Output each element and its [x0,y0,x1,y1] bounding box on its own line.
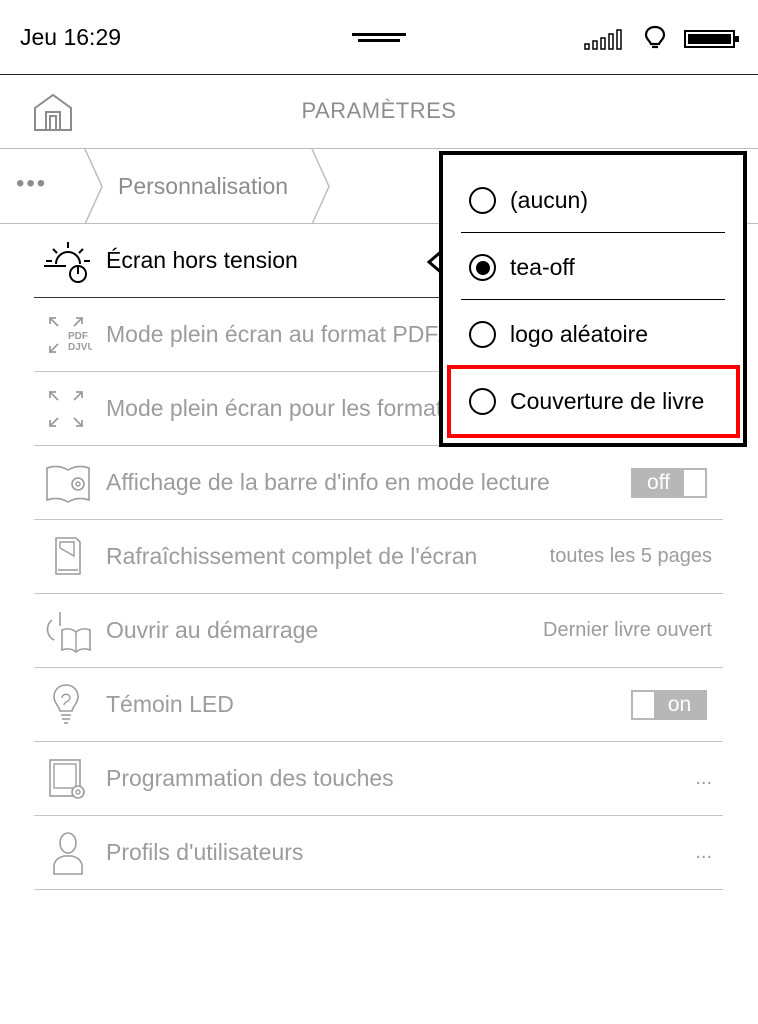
radio-button[interactable] [469,321,496,348]
setting-row-barre-info[interactable]: Affichage de la barre d'info en mode lec… [34,446,723,520]
power-book-icon [46,612,91,654]
radio-dot [475,260,490,275]
setting-label: Ouvrir au démarrage [106,617,319,643]
svg-text:PDF: PDF [68,331,88,342]
setting-row-ouvrir-demarrage[interactable]: Ouvrir au démarrage Dernier livre ouvert [34,594,723,668]
setting-label: Affichage de la barre d'info en mode lec… [106,469,550,495]
user-profile-icon [53,832,83,875]
toggle-state: off [633,470,684,496]
option-tea-off[interactable]: tea-off [461,234,725,300]
led-toggle[interactable]: on [631,690,707,720]
setting-value: Dernier livre ouvert [543,619,712,641]
setting-row-temoin-led[interactable]: Témoin LED on [34,668,723,742]
fullscreen-pdf-djvu-icon: PDF DJVU [49,317,92,353]
led-bulb-icon [53,684,79,724]
setting-label: Écran hors tension [106,247,298,273]
setting-label: Profils d'utilisateurs [106,839,304,865]
breadcrumb-current[interactable]: Personnalisation [118,173,288,200]
option-aucun[interactable]: (aucun) [461,167,725,233]
setting-value: ... [695,767,712,789]
status-bar: Jeu 16:29 [0,0,758,75]
option-label: tea-off [510,254,575,280]
page-refresh-icon [55,537,81,575]
keys-gear-icon [49,759,85,799]
book-gear-icon [46,465,90,503]
option-label: (aucun) [510,187,588,213]
radio-button[interactable] [469,187,496,214]
setting-value: toutes les 5 pages [549,545,712,567]
drag-handle-icon[interactable] [352,31,406,43]
lightbulb-icon [644,25,666,49]
breadcrumb-separator [311,149,330,224]
setting-label: Mode plein écran pour les formats [106,395,454,421]
option-logo-aleatoire[interactable]: logo aléatoire [461,301,725,367]
signal-bars-icon [584,29,622,50]
sun-power-icon [44,242,90,283]
breadcrumb-more-button[interactable]: ••• [16,170,62,200]
highlight-box [447,365,740,438]
option-label: logo aléatoire [510,321,649,347]
radio-button-selected[interactable] [469,254,496,281]
setting-row-rafraichissement[interactable]: Rafraîchissement complet de l'écran tout… [34,520,723,594]
toggle-state: on [654,692,705,718]
battery-full-icon [684,30,739,48]
info-bar-toggle[interactable]: off [631,468,707,498]
page-title: PARAMÈTRES [301,98,457,123]
setting-row-profils[interactable]: Profils d'utilisateurs ... [34,816,723,890]
setting-label: Témoin LED [106,691,234,717]
setting-label: Rafraîchissement complet de l'écran [106,543,478,569]
svg-text:DJVU: DJVU [68,342,92,353]
breadcrumb-separator [84,149,103,224]
setting-row-programmation-touches[interactable]: Programmation des touches ... [34,742,723,816]
setting-value: ... [695,841,712,863]
status-clock: Jeu 16:29 [20,24,122,50]
setting-label: Programmation des touches [106,765,394,791]
fullscreen-arrows-icon [49,391,83,427]
